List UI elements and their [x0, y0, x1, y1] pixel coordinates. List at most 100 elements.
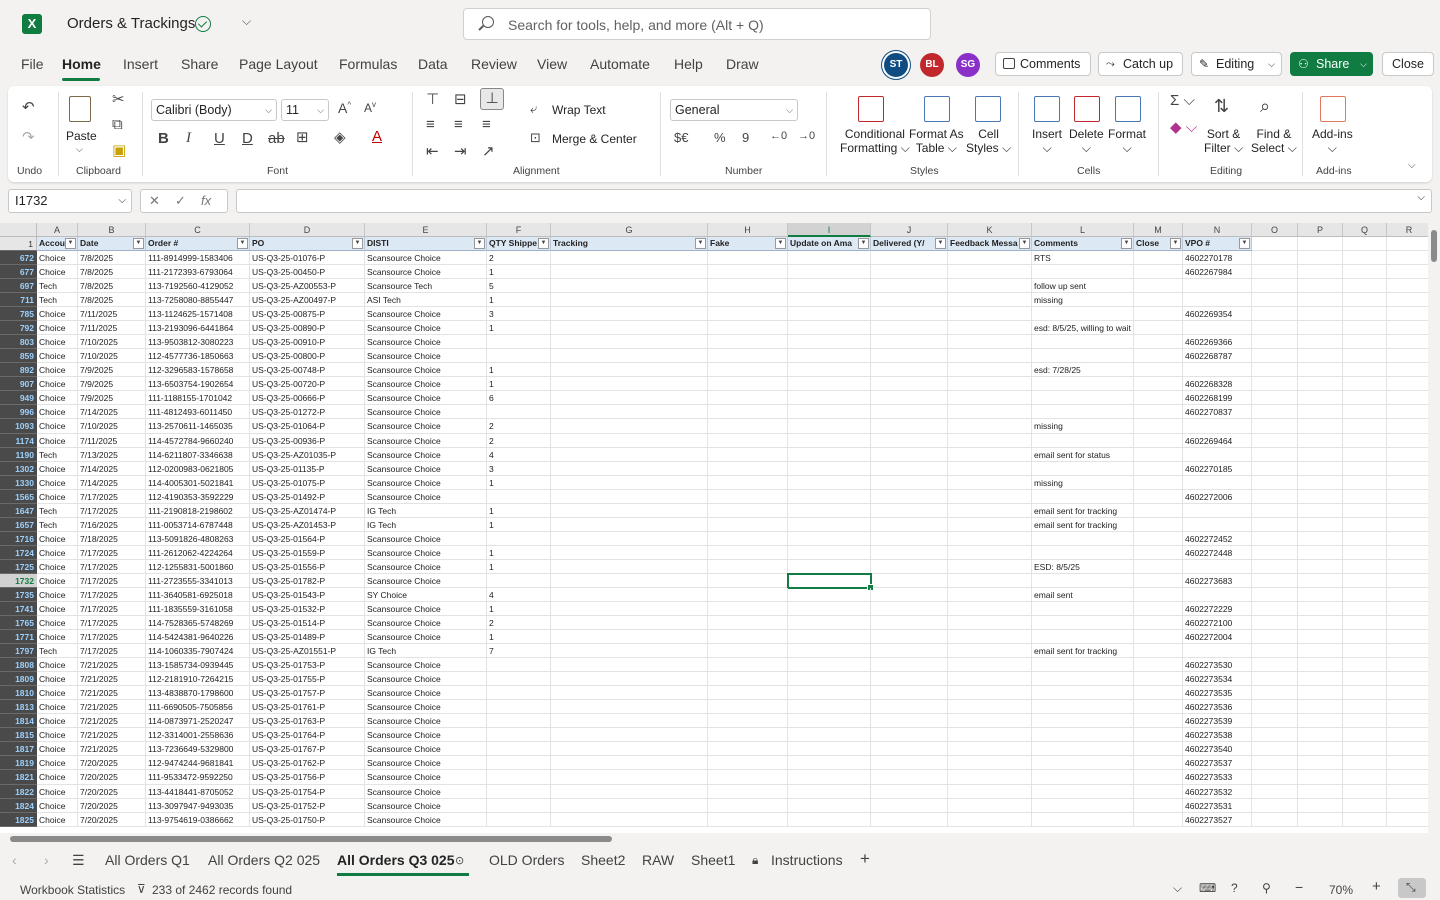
- cell[interactable]: 112-0200983-0621805: [146, 461, 250, 476]
- cell[interactable]: [487, 405, 551, 420]
- search-box[interactable]: Search for tools, help, and more (Alt + …: [463, 8, 931, 40]
- conditional-formatting-icon[interactable]: [858, 96, 884, 122]
- cell[interactable]: [708, 335, 788, 350]
- cell[interactable]: [1252, 798, 1298, 813]
- cell[interactable]: [1343, 279, 1387, 294]
- redo-icon[interactable]: ↷: [22, 128, 35, 146]
- row-header[interactable]: 1821: [0, 770, 37, 785]
- cell[interactable]: [1134, 363, 1183, 378]
- cell[interactable]: [551, 602, 708, 617]
- cell[interactable]: 111-0053714-6787448: [146, 517, 250, 532]
- cell[interactable]: [871, 714, 948, 729]
- filter-dropdown-icon[interactable]: ▼: [352, 238, 363, 249]
- cell[interactable]: [1032, 335, 1134, 350]
- cell[interactable]: [1298, 279, 1343, 294]
- cell[interactable]: 114-7528365-5748269: [146, 616, 250, 631]
- cell[interactable]: [788, 517, 871, 532]
- cell[interactable]: [1134, 265, 1183, 280]
- cell[interactable]: US-Q3-25-AZ00553-P: [250, 279, 365, 294]
- cell[interactable]: [1183, 503, 1252, 518]
- cell[interactable]: Scansource Choice: [365, 321, 487, 336]
- row-header[interactable]: 1647: [0, 503, 37, 518]
- percent-icon[interactable]: %: [714, 130, 726, 145]
- cell[interactable]: Choice: [37, 798, 78, 813]
- cell[interactable]: 112-2181910-7264215: [146, 672, 250, 687]
- cell[interactable]: [1183, 447, 1252, 462]
- cell[interactable]: [1343, 784, 1387, 799]
- cell[interactable]: [1298, 265, 1343, 280]
- row-header[interactable]: 1825: [0, 812, 37, 827]
- cell[interactable]: [1134, 559, 1183, 574]
- delete-cells-icon[interactable]: [1074, 96, 1100, 122]
- cell[interactable]: [1298, 559, 1343, 574]
- cell[interactable]: US-Q3-25-01755-P: [250, 672, 365, 687]
- row-header[interactable]: 785: [0, 307, 37, 322]
- cell[interactable]: 113-7258080-8855447: [146, 293, 250, 308]
- spreadsheet-grid[interactable]: A B C D E F G H I J K L M N O P Q R 1 Accou ▼ Date ▼ Order # ▼ PO…: [0, 223, 1428, 835]
- cell[interactable]: [708, 251, 788, 266]
- cell[interactable]: Scansource Choice: [365, 798, 487, 813]
- sort-filter-button[interactable]: Sort & Filter ⌵: [1204, 127, 1243, 156]
- wrap-text-icon[interactable]: ⤶: [530, 101, 537, 117]
- cell[interactable]: [1252, 377, 1298, 392]
- cell[interactable]: 2: [487, 616, 551, 631]
- cell[interactable]: [1343, 616, 1387, 631]
- cell[interactable]: 113-7236649-5329800: [146, 742, 250, 757]
- cell[interactable]: US-Q3-25-00450-P: [250, 265, 365, 280]
- cell[interactable]: 7/21/2025: [78, 728, 146, 743]
- cell[interactable]: [788, 812, 871, 827]
- active-cell-selection[interactable]: [787, 572, 874, 591]
- underline-icon[interactable]: U: [214, 130, 225, 147]
- cell[interactable]: 111-1188155-1701042: [146, 391, 250, 406]
- cell[interactable]: 7/20/2025: [78, 812, 146, 827]
- cell[interactable]: [708, 405, 788, 420]
- cell[interactable]: [871, 307, 948, 322]
- cell[interactable]: 4602268787: [1183, 349, 1252, 364]
- cell[interactable]: [1387, 377, 1428, 392]
- cell[interactable]: US-Q3-25-AZ00497-P: [250, 293, 365, 308]
- cell[interactable]: 4602273539: [1183, 714, 1252, 729]
- cell-styles-button[interactable]: Cell Styles ⌵: [966, 127, 1011, 156]
- cell[interactable]: [1032, 658, 1134, 673]
- column-header-j[interactable]: J: [871, 223, 948, 237]
- increase-font-icon[interactable]: A^: [338, 100, 351, 116]
- filter-dropdown-icon[interactable]: ▼: [935, 238, 946, 249]
- cell[interactable]: US-Q3-25-01272-P: [250, 405, 365, 420]
- cell[interactable]: [1252, 251, 1298, 266]
- cell[interactable]: RTS: [1032, 251, 1134, 266]
- cell[interactable]: 7/17/2025: [78, 545, 146, 560]
- fit-to-window-button[interactable]: ⤡: [1398, 878, 1426, 898]
- cell[interactable]: [871, 349, 948, 364]
- cell[interactable]: Choice: [37, 377, 78, 392]
- row-header[interactable]: 1797: [0, 644, 37, 659]
- cell[interactable]: US-Q3-25-01564-P: [250, 531, 365, 546]
- cell[interactable]: [487, 489, 551, 504]
- cell[interactable]: [551, 489, 708, 504]
- cell[interactable]: 7/10/2025: [78, 349, 146, 364]
- cell[interactable]: [948, 251, 1032, 266]
- cell[interactable]: Scansource Tech: [365, 279, 487, 294]
- cell[interactable]: Choice: [37, 251, 78, 266]
- cell[interactable]: [1032, 616, 1134, 631]
- cell[interactable]: [948, 784, 1032, 799]
- cell[interactable]: Scansource Choice: [365, 573, 487, 588]
- cell[interactable]: US-Q3-25-01764-P: [250, 728, 365, 743]
- cell[interactable]: [1343, 335, 1387, 350]
- cell[interactable]: 4602273530: [1183, 658, 1252, 673]
- cell[interactable]: [1252, 321, 1298, 336]
- cell[interactable]: 7/11/2025: [78, 433, 146, 448]
- column-header-n[interactable]: N: [1183, 223, 1252, 237]
- avatar[interactable]: SG: [956, 53, 980, 77]
- comments-button[interactable]: Comments: [995, 52, 1091, 76]
- cell[interactable]: Scansource Choice: [365, 335, 487, 350]
- cell[interactable]: [1387, 518, 1428, 532]
- cell[interactable]: [1387, 532, 1428, 546]
- scroll-thumb[interactable]: [1431, 230, 1437, 262]
- cell[interactable]: Scansource Choice: [365, 251, 487, 266]
- cell[interactable]: [708, 630, 788, 645]
- cell[interactable]: [1134, 251, 1183, 266]
- cell[interactable]: US-Q3-25-01076-P: [250, 251, 365, 266]
- cell[interactable]: [1387, 462, 1428, 476]
- cell[interactable]: [1032, 405, 1134, 420]
- cell[interactable]: [871, 728, 948, 743]
